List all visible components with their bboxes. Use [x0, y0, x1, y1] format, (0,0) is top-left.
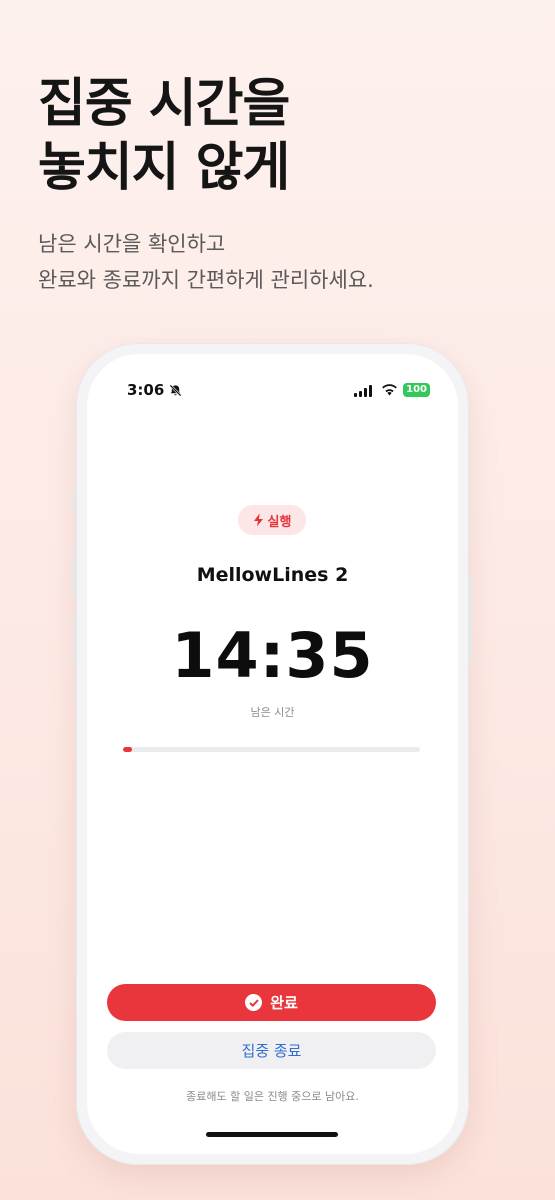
countdown-timer: 14:35: [171, 619, 374, 692]
complete-button[interactable]: 완료: [107, 984, 436, 1021]
subcopy-line-2: 완료와 종료까지 간편하게 관리하세요.: [38, 268, 374, 292]
phone-frame: 3:06 100 실행 MellowLines 2 14:35 남은 시간 완료…: [73, 343, 472, 1165]
end-focus-button-label: 집중 종료: [241, 1042, 302, 1060]
headline-line-1: 집중 시간을: [38, 74, 290, 134]
end-focus-button[interactable]: 집중 종료: [107, 1032, 436, 1069]
progress-bar: [123, 747, 420, 752]
timer-label: 남은 시간: [250, 706, 295, 719]
status-bar: 3:06 100: [87, 381, 458, 405]
app-screen: 3:06 100 실행 MellowLines 2 14:35 남은 시간 완료…: [87, 354, 458, 1154]
status-badge-label: 실행: [267, 514, 292, 530]
lightning-bolt-icon: [253, 513, 263, 527]
cellular-signal-icon: [354, 385, 372, 397]
action-button: [73, 491, 77, 513]
promo-headline: 집중 시간을 놓치지 않게: [38, 72, 290, 200]
volume-up-button: [73, 545, 77, 597]
status-time: 3:06: [127, 381, 165, 399]
promo-subcopy: 남은 시간을 확인하고 완료와 종료까지 간편하게 관리하세요.: [38, 226, 374, 298]
complete-button-label: 완료: [270, 994, 298, 1012]
footnote-text: 종료해도 할 일은 진행 중으로 남아요.: [186, 1090, 359, 1103]
battery-icon: 100: [403, 383, 430, 397]
power-button: [468, 575, 472, 661]
wifi-icon: [382, 384, 397, 396]
status-badge: 실행: [238, 505, 306, 535]
volume-down-button: [73, 613, 77, 665]
session-title: MellowLines 2: [196, 564, 349, 586]
subcopy-line-1: 남은 시간을 확인하고: [38, 232, 226, 256]
bell-slash-icon: [169, 384, 182, 397]
checkmark-circle-icon: [245, 994, 263, 1011]
home-indicator: [206, 1132, 338, 1137]
headline-line-2: 놓치지 않게: [38, 138, 290, 198]
progress-fill: [123, 747, 132, 752]
